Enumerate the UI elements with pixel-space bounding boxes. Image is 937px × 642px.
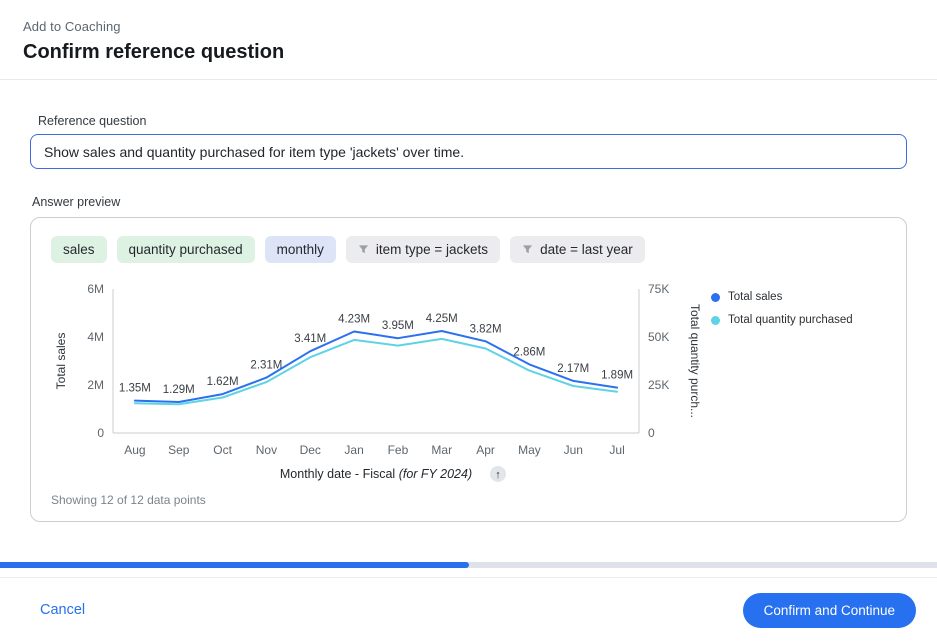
svg-text:0: 0	[648, 426, 655, 440]
svg-text:2.31M: 2.31M	[250, 360, 282, 372]
svg-text:50K: 50K	[648, 330, 669, 344]
filter-icon	[358, 244, 369, 255]
page-title: Confirm reference question	[23, 41, 913, 64]
chip-sales[interactable]: sales	[51, 236, 107, 263]
reference-question-input[interactable]	[30, 134, 907, 169]
breadcrumb: Add to Coaching	[23, 19, 913, 34]
svg-text:Nov: Nov	[256, 443, 277, 457]
svg-text:6M: 6M	[87, 282, 104, 296]
svg-text:3.82M: 3.82M	[470, 323, 502, 335]
svg-text:4.25M: 4.25M	[426, 313, 458, 325]
svg-text:Feb: Feb	[388, 443, 409, 457]
svg-text:3.95M: 3.95M	[382, 320, 414, 332]
svg-text:Aug: Aug	[124, 443, 145, 457]
chip-filter-date[interactable]: date = last year	[510, 236, 645, 263]
svg-text:Jun: Jun	[564, 443, 583, 457]
chip-label: item type = jackets	[376, 242, 488, 257]
svg-text:1.62M: 1.62M	[207, 376, 239, 388]
svg-text:Sep: Sep	[168, 443, 190, 457]
svg-text:1.35M: 1.35M	[119, 383, 151, 395]
svg-text:Total quantity purch...: Total quantity purch...	[688, 304, 702, 418]
svg-text:2M: 2M	[87, 378, 104, 392]
svg-text:1.29M: 1.29M	[163, 384, 195, 396]
svg-text:3.41M: 3.41M	[294, 333, 326, 345]
svg-text:Mar: Mar	[431, 443, 452, 457]
progress-bar	[0, 562, 937, 568]
chart-svg: 0 2M 4M 6M 0 25K 50K 75K Aug Sep Oct Nov Dec Jan Feb Ma…	[51, 277, 711, 489]
modal-header: Add to Coaching Confirm reference questi…	[0, 0, 937, 80]
svg-text:4.23M: 4.23M	[338, 313, 370, 325]
svg-text:Oct: Oct	[213, 443, 232, 457]
reference-question-label: Reference question	[38, 114, 907, 128]
modal-body: Reference question Answer preview sales …	[0, 80, 937, 522]
answer-preview-panel: sales quantity purchased monthly item ty…	[30, 217, 907, 522]
legend-label: Total quantity purchased	[728, 314, 853, 326]
confirm-and-continue-button[interactable]: Confirm and Continue	[743, 593, 916, 628]
svg-text:Dec: Dec	[300, 443, 321, 457]
chip-label: date = last year	[540, 242, 633, 257]
legend-item-total-quantity[interactable]: Total quantity purchased	[711, 314, 886, 326]
svg-text:Jan: Jan	[344, 443, 363, 457]
chip-quantity-purchased[interactable]: quantity purchased	[117, 236, 255, 263]
cancel-button[interactable]: Cancel	[40, 602, 85, 618]
svg-text:May: May	[518, 443, 541, 457]
chart-area: 0 2M 4M 6M 0 25K 50K 75K Aug Sep Oct Nov Dec Jan Feb Ma…	[51, 277, 886, 489]
chart-legend: Total sales Total quantity purchased	[711, 277, 886, 489]
query-chips: sales quantity purchased monthly item ty…	[51, 236, 886, 263]
svg-text:Total sales: Total sales	[54, 333, 68, 390]
chip-monthly[interactable]: monthly	[265, 236, 336, 263]
svg-text:Apr: Apr	[476, 443, 495, 457]
svg-text:Jul: Jul	[609, 443, 624, 457]
svg-text:Monthly date - Fiscal (for FY: Monthly date - Fiscal (for FY 2024)	[280, 467, 472, 481]
svg-text:4M: 4M	[87, 330, 104, 344]
legend-dot-total-sales	[711, 293, 720, 302]
legend-item-total-sales[interactable]: Total sales	[711, 291, 886, 303]
chip-filter-item-type[interactable]: item type = jackets	[346, 236, 500, 263]
svg-text:25K: 25K	[648, 378, 669, 392]
progress-fill	[0, 562, 469, 568]
legend-label: Total sales	[728, 291, 782, 303]
svg-text:2.17M: 2.17M	[557, 363, 589, 375]
modal-footer: Cancel Confirm and Continue	[0, 578, 937, 642]
svg-text:1.89M: 1.89M	[601, 370, 633, 382]
svg-text:↑: ↑	[495, 469, 501, 481]
data-points-footnote: Showing 12 of 12 data points	[51, 493, 886, 507]
svg-text:75K: 75K	[648, 282, 669, 296]
svg-text:0: 0	[97, 426, 104, 440]
answer-preview-label: Answer preview	[32, 195, 907, 209]
filter-icon	[522, 244, 533, 255]
svg-text:2.86M: 2.86M	[513, 346, 545, 358]
legend-dot-total-quantity	[711, 316, 720, 325]
